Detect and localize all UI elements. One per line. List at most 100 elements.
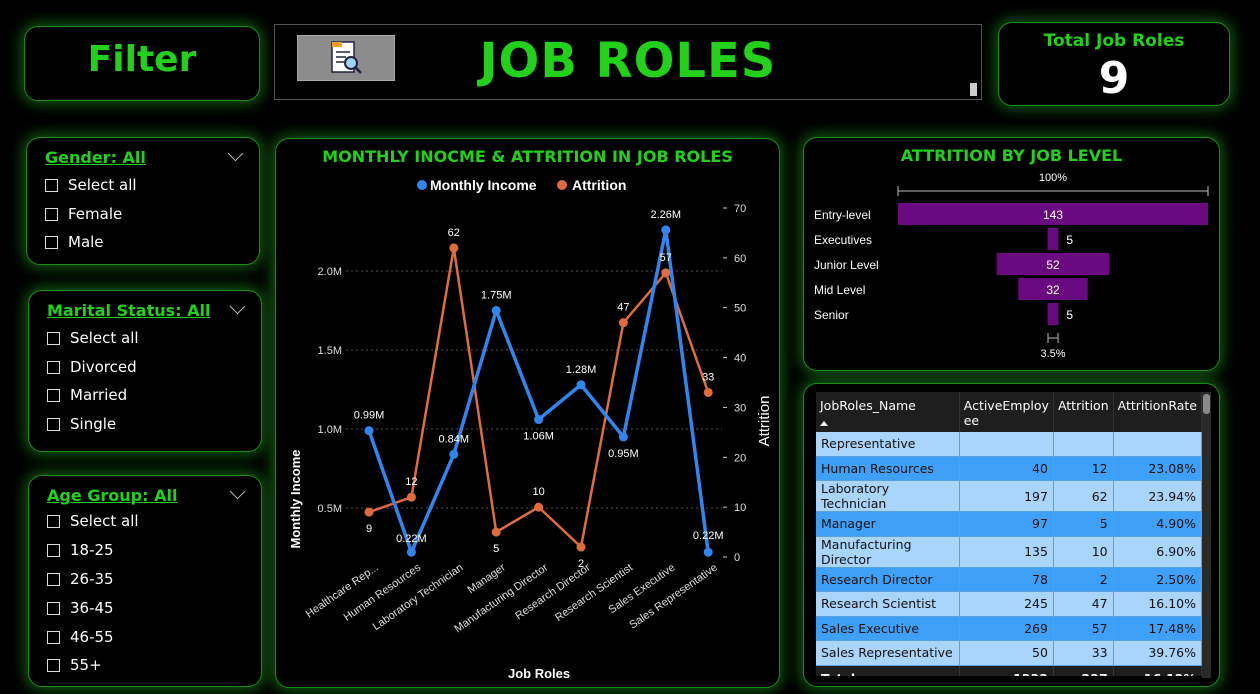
checkbox[interactable] [45, 178, 58, 192]
funnel-category-label: Mid Level [814, 283, 865, 297]
option-male[interactable]: Male [45, 233, 104, 251]
option-select-all[interactable]: Select all [47, 329, 139, 347]
funnel-bar[interactable] [1047, 228, 1059, 250]
scrollbar-thumb[interactable] [1203, 394, 1210, 414]
attrition-point [449, 243, 459, 253]
table-row[interactable]: Sales Representative 50 33 39.76% [816, 640, 1202, 666]
option-55-plus[interactable]: 55+ [47, 656, 102, 674]
attrition-data-label: 47 [617, 302, 629, 314]
checkbox[interactable] [45, 207, 58, 221]
funnel-bar[interactable] [1047, 303, 1059, 325]
attrition-data-label: 12 [405, 476, 417, 488]
slicer-title[interactable]: Marital Status: All [47, 301, 210, 320]
checkbox[interactable] [47, 360, 60, 374]
checkbox[interactable] [47, 331, 60, 345]
funnel-bottom-bracket [1047, 333, 1059, 343]
option-18-25[interactable]: 18-25 [47, 541, 114, 559]
table-row[interactable]: Manufacturing Director 135 10 6.90% [816, 536, 1202, 568]
checkbox[interactable] [47, 630, 60, 644]
cell-role: Manufacturing Director [816, 536, 960, 568]
checkbox[interactable] [47, 601, 60, 615]
gender-slicer[interactable]: Gender: All Select all Female Male [26, 137, 260, 265]
table-row[interactable]: Research Scientist 245 47 16.10% [816, 591, 1202, 617]
chevron-down-icon[interactable] [229, 483, 246, 500]
legend-marker-attrition [557, 180, 567, 190]
cell-value: 33 [1053, 640, 1114, 666]
option-46-55[interactable]: 46-55 [47, 628, 114, 646]
income-point [491, 306, 501, 315]
table-row[interactable]: Research Director 78 2 2.50% [816, 567, 1202, 592]
income-point [703, 547, 713, 557]
table-row[interactable]: Sales Executive 269 57 17.48% [816, 616, 1202, 641]
attrition-data-label: 2 [578, 558, 584, 570]
total-value: 237 [1053, 665, 1114, 676]
income-point [661, 225, 671, 235]
checkbox[interactable] [47, 417, 60, 431]
cell-role: Sales Executive [816, 616, 960, 641]
option-divorced[interactable]: Divorced [47, 358, 137, 376]
resize-handle[interactable] [970, 83, 977, 96]
cell-value: 245 [959, 591, 1054, 617]
x-axis-label: Job Roles [508, 666, 570, 681]
y-axis-left-label: Monthly Income [288, 450, 303, 549]
cell-value: 17.48% [1113, 616, 1202, 641]
cell-value: 5 [1053, 511, 1114, 537]
table-viewport[interactable]: JobRoles_Name ActiveEmploy ee Attrition … [816, 392, 1202, 676]
checkbox[interactable] [45, 235, 58, 249]
slicer-title[interactable]: Gender: All [45, 148, 146, 167]
table-row[interactable]: Human Resources 40 12 23.08% [816, 456, 1202, 481]
option-select-all[interactable]: Select all [47, 512, 139, 530]
cell-role: Sales Representative [816, 640, 960, 666]
table-scrollbar[interactable] [1202, 392, 1211, 678]
cell-role: Human Resources [816, 456, 960, 481]
y-right-tick-label: 0 [734, 552, 740, 564]
cell-value: 62 [1053, 480, 1114, 512]
column-header[interactable]: Attrition [1053, 392, 1114, 432]
income-point [618, 432, 628, 442]
option-married[interactable]: Married [47, 386, 127, 404]
age-group-slicer[interactable]: Age Group: All Select all 18-25 26-35 36… [28, 475, 262, 687]
cell-value: 50 [959, 640, 1054, 666]
income-data-label: 0.84M [439, 433, 470, 445]
y-right-tick-label: 20 [734, 452, 746, 464]
option-26-35[interactable]: 26-35 [47, 570, 114, 588]
checkbox[interactable] [47, 543, 60, 557]
checkbox[interactable] [47, 514, 60, 528]
attrition-point [406, 492, 416, 502]
kpi-value: 9 [1098, 53, 1130, 104]
funnel-top-bracket [897, 186, 1209, 196]
marital-status-slicer[interactable]: Marital Status: All Select all Divorced … [28, 290, 262, 452]
filter-title: Filter [87, 39, 197, 80]
checkbox[interactable] [47, 572, 60, 586]
cell-value: 4.90% [1113, 511, 1202, 537]
table-row[interactable]: Representative [816, 432, 1202, 457]
column-header[interactable]: JobRoles_Name [816, 392, 960, 432]
cell-value: 135 [959, 536, 1054, 568]
cell-value: 10 [1053, 536, 1114, 568]
attrition-data-label: 57 [660, 252, 672, 264]
sort-ascending-icon[interactable] [820, 421, 828, 426]
checkbox[interactable] [47, 388, 60, 402]
column-header[interactable]: AttritionRate [1113, 392, 1202, 432]
chevron-down-icon[interactable] [229, 298, 246, 315]
option-single[interactable]: Single [47, 415, 116, 433]
y-left-tick-label: 1.0M [318, 424, 342, 436]
option-label: 55+ [70, 656, 102, 674]
chevron-down-icon[interactable] [227, 145, 244, 162]
attrition-by-job-level: ATTRITION BY JOB LEVEL 100% 3.5% Entry-l… [803, 137, 1220, 371]
option-select-all[interactable]: Select all [45, 176, 137, 194]
attrition-point [576, 542, 586, 552]
job-roles-table: JobRoles_Name ActiveEmploy ee Attrition … [816, 392, 1202, 676]
total-label: Total [816, 665, 960, 676]
column-header[interactable]: ActiveEmploy ee [959, 392, 1054, 432]
table-row[interactable]: Manager 97 5 4.90% [816, 511, 1202, 537]
option-36-45[interactable]: 36-45 [47, 599, 114, 617]
slicer-title[interactable]: Age Group: All [47, 486, 177, 505]
attrition-point [661, 268, 671, 278]
option-female[interactable]: Female [45, 205, 122, 223]
header-label: JobRoles_Name [820, 398, 916, 413]
cell-value: 6.90% [1113, 536, 1202, 568]
checkbox[interactable] [47, 658, 60, 672]
table-row[interactable]: Laboratory Technician 197 62 23.94% [816, 480, 1202, 512]
x-tick-label: Healthcare Rep... [304, 562, 381, 621]
